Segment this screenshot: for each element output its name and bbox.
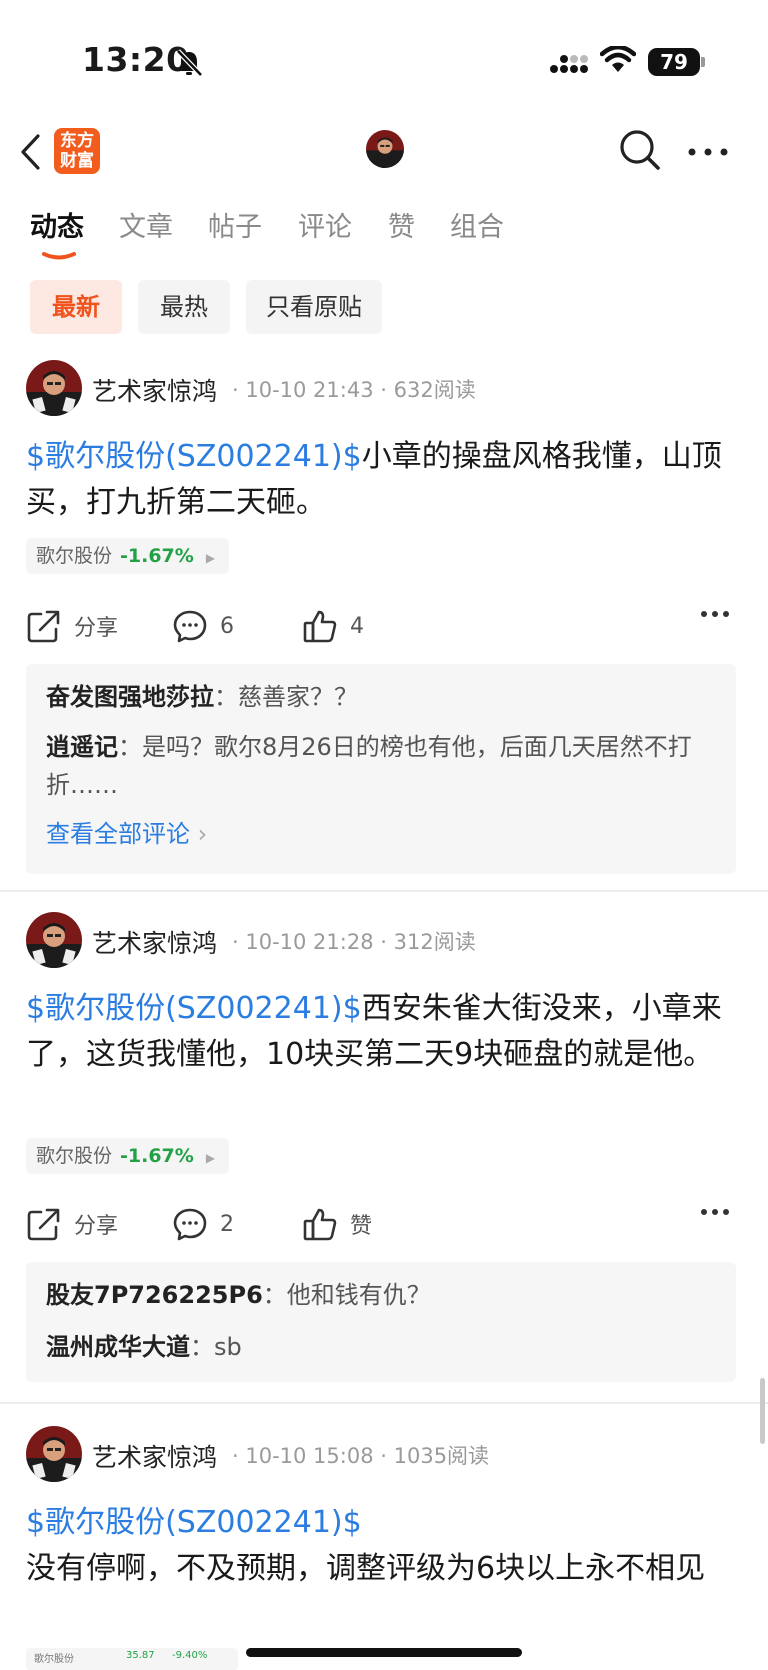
stock-card-change: -9.40%: [172, 1650, 208, 1661]
post-time: 10-10 21:43: [245, 378, 374, 402]
stock-link[interactable]: $歌尔股份(SZ002241)$: [26, 991, 362, 1026]
post-more-icon[interactable]: [700, 1208, 730, 1216]
post-content[interactable]: $歌尔股份(SZ002241)$ 没有停啊，不及预期，调整评级为6块以上永不相见: [26, 1500, 738, 1592]
share-button[interactable]: 分享: [26, 1202, 118, 1246]
tab-dynamic[interactable]: 动态: [30, 205, 84, 244]
tab-portfolio[interactable]: 组合: [450, 205, 504, 244]
app-logo[interactable]: 东方财富: [54, 128, 100, 174]
tab-articles[interactable]: 文章: [119, 205, 173, 244]
stock-change: -1.67%: [120, 545, 194, 567]
like-label: 赞: [350, 1214, 373, 1239]
post-divider: [0, 1402, 768, 1404]
status-bar: 13:20 79: [0, 0, 768, 110]
battery-indicator: 79: [648, 48, 700, 76]
view-all-label: 查看全部评论: [46, 820, 190, 848]
commenter-name[interactable]: 奋发图强地莎拉: [46, 683, 214, 711]
like-count: 4: [350, 613, 364, 639]
author-name[interactable]: 艺术家惊鸿: [92, 1438, 217, 1474]
post-time: 10-10 21:28: [245, 930, 374, 954]
home-indicator[interactable]: [246, 1648, 522, 1657]
like-button[interactable]: 赞: [302, 1202, 372, 1246]
scrollbar[interactable]: [760, 1378, 765, 1444]
post-meta: · 10-10 15:08 · 1035阅读: [232, 1444, 490, 1468]
commenter-name[interactable]: 温州成华大道: [46, 1333, 190, 1361]
filter-hottest[interactable]: 最热: [138, 280, 230, 334]
comment-button[interactable]: 2: [172, 1202, 234, 1246]
search-icon[interactable]: [618, 128, 662, 172]
more-options-icon[interactable]: [688, 148, 728, 156]
comment-text: 慈善家？？: [238, 683, 358, 711]
thumbs-up-icon: [303, 610, 337, 643]
post-reads: 1035阅读: [393, 1444, 490, 1468]
share-label: 分享: [74, 1214, 119, 1239]
author-avatar[interactable]: [26, 912, 82, 968]
chevron-right-icon: ▶: [205, 551, 216, 565]
stock-change: -1.67%: [120, 1145, 194, 1167]
comment-text: 是吗？歌尔8月26日的榜也有他，后面几天居然不打折……: [46, 733, 692, 799]
comment-preview[interactable]: 股友7P726225P6：他和钱有仇？ 温州成华大道：sb: [26, 1262, 736, 1382]
bell-muted-icon: [176, 49, 203, 77]
tab-likes[interactable]: 赞: [388, 205, 415, 244]
comment-item: 温州成华大道：sb: [46, 1333, 242, 1361]
comment-count: 6: [220, 613, 234, 639]
wifi-icon: [600, 46, 636, 72]
stock-link[interactable]: $歌尔股份(SZ002241)$: [26, 439, 362, 474]
post-actions: 分享 6 4: [26, 604, 738, 648]
comment-item: 逍遥记：是吗？歌尔8月26日的榜也有他，后面几天居然不打折……: [46, 733, 692, 799]
share-icon: [27, 1208, 60, 1241]
share-icon: [27, 610, 60, 643]
stock-card-price: 35.87: [126, 1650, 155, 1661]
author-avatar[interactable]: [26, 1426, 82, 1482]
author-avatar[interactable]: [26, 360, 82, 416]
author-name[interactable]: 艺术家惊鸿: [92, 372, 217, 408]
comment-item: 奋发图强地莎拉：慈善家？？: [46, 683, 358, 711]
share-button[interactable]: 分享: [26, 604, 118, 648]
like-button[interactable]: 4: [302, 604, 364, 648]
comment-button[interactable]: 6: [172, 604, 234, 648]
post-content[interactable]: $歌尔股份(SZ002241)$西安朱雀大街没来，小章来了，这货我懂他，10块买…: [26, 986, 738, 1078]
active-tab-underline: [42, 252, 76, 260]
post-divider: [0, 890, 768, 892]
view-all-comments-link[interactable]: 查看全部评论 ›: [46, 814, 207, 849]
comment-text: sb: [214, 1333, 242, 1361]
post-actions: 分享 2 赞: [26, 1202, 738, 1246]
stock-card-name: 歌尔股份: [34, 1654, 74, 1665]
cellular-signal-icon: [550, 55, 588, 73]
filter-original-only[interactable]: 只看原贴: [246, 280, 382, 334]
tab-comments[interactable]: 评论: [298, 205, 352, 244]
comment-icon: [173, 610, 207, 643]
comment-item: 股友7P726225P6：他和钱有仇？: [46, 1281, 431, 1309]
post-text: 没有停啊，不及预期，调整评级为6块以上永不相见: [26, 1551, 706, 1586]
author-name[interactable]: 艺术家惊鸿: [92, 924, 217, 960]
chevron-right-icon: ▶: [205, 1151, 216, 1165]
stock-tag[interactable]: 歌尔股份 -1.67% ▶: [26, 1138, 230, 1174]
stock-tag[interactable]: 歌尔股份 -1.67% ▶: [26, 538, 230, 574]
comment-text: 他和钱有仇？: [286, 1281, 431, 1309]
commenter-name[interactable]: 股友7P726225P6: [46, 1281, 263, 1309]
post-time: 10-10 15:08: [245, 1444, 374, 1468]
comment-icon: [173, 1208, 207, 1241]
comment-count: 2: [220, 1211, 234, 1237]
profile-avatar[interactable]: [366, 130, 404, 168]
post-meta: · 10-10 21:43 · 632阅读: [232, 378, 476, 402]
stock-name: 歌尔股份: [36, 545, 113, 567]
back-icon[interactable]: [18, 132, 44, 172]
post-more-icon[interactable]: [700, 610, 730, 618]
post-content[interactable]: $歌尔股份(SZ002241)$小章的操盘风格我懂，山顶买，打九折第二天砸。: [26, 434, 738, 526]
share-label: 分享: [74, 616, 119, 641]
post-reads: 632阅读: [393, 378, 476, 402]
tab-posts[interactable]: 帖子: [208, 205, 262, 244]
filter-latest[interactable]: 最新: [30, 280, 122, 334]
top-nav: 东方财富: [0, 110, 768, 190]
stock-card-preview[interactable]: 歌尔股份 35.87 -9.40%: [26, 1648, 238, 1670]
thumbs-up-icon: [303, 1208, 337, 1241]
comment-preview[interactable]: 奋发图强地莎拉：慈善家？？ 逍遥记：是吗？歌尔8月26日的榜也有他，后面几天居然…: [26, 664, 736, 874]
chevron-right-icon: ›: [197, 820, 208, 848]
stock-link[interactable]: $歌尔股份(SZ002241)$: [26, 1505, 362, 1540]
stock-name: 歌尔股份: [36, 1145, 113, 1167]
commenter-name[interactable]: 逍遥记: [46, 733, 118, 761]
battery-cap: [701, 57, 705, 67]
post-meta: · 10-10 21:28 · 312阅读: [232, 930, 476, 954]
post-reads: 312阅读: [393, 930, 476, 954]
